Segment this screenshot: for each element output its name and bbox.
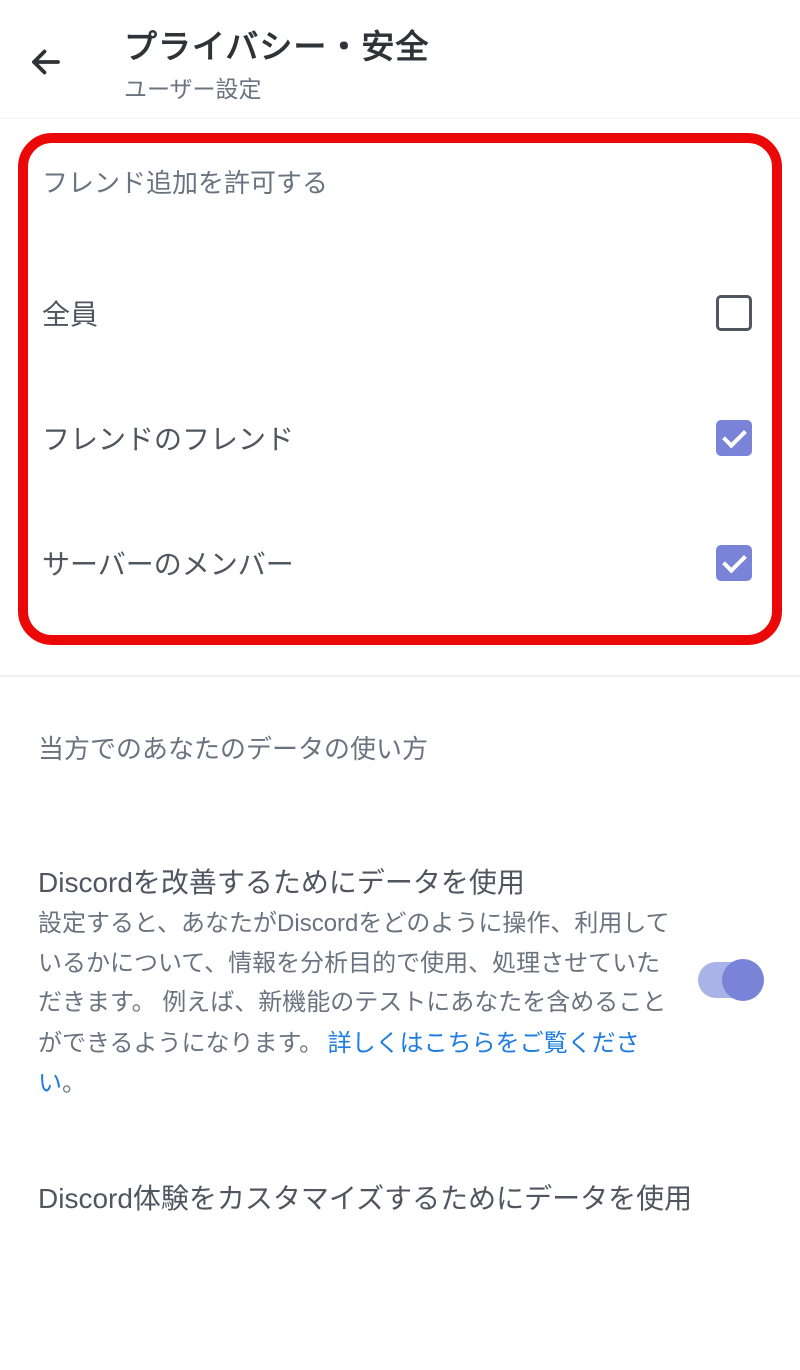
data-usage-section: 当方でのあなたのデータの使い方 [0,675,800,766]
option-server-members[interactable]: サーバーのメンバー [42,458,752,583]
option-label: フレンドのフレンド [42,418,294,458]
data-customize-title: Discord体験をカスタマイズするためにデータを使用 [38,1178,762,1220]
page-header: プライバシー・安全 ユーザー設定 [0,0,800,119]
friend-section-header: フレンド追加を許可する [42,163,752,200]
checkbox-everyone[interactable] [716,295,752,331]
friend-add-section-highlight: フレンド追加を許可する 全員 フレンドのフレンド サーバーのメンバー [18,133,782,645]
data-improve-toggle[interactable] [698,962,762,998]
option-everyone[interactable]: 全員 [42,208,752,333]
data-section-header: 当方でのあなたのデータの使い方 [38,729,762,766]
toggle-knob [722,959,764,1001]
data-improve-description-wrap: 設定すると、あなたがDiscordをどのように操作、利用しているかについて、情報… [38,904,678,1098]
checkbox-server-members[interactable] [716,545,752,581]
data-improve-title: Discordを改善するためにデータを使用 [38,862,678,904]
page-subtitle: ユーザー設定 [124,70,429,104]
back-button[interactable] [28,44,64,85]
data-customize-setting: Discord体験をカスタマイズするためにデータを使用 [0,1178,800,1220]
checkbox-friends-of-friends[interactable] [716,420,752,456]
option-label: 全員 [42,293,98,333]
page-title: プライバシー・安全 [124,20,429,68]
header-titles: プライバシー・安全 ユーザー設定 [124,20,429,104]
toggle-wrap [698,962,762,998]
period: 。 [62,1070,86,1097]
data-text-block: Discordを改善するためにデータを使用 設定すると、あなたがDiscordを… [38,862,698,1098]
option-label: サーバーのメンバー [42,543,294,583]
data-improve-setting: Discordを改善するためにデータを使用 設定すると、あなたがDiscordを… [0,862,800,1098]
option-friends-of-friends[interactable]: フレンドのフレンド [42,333,752,458]
